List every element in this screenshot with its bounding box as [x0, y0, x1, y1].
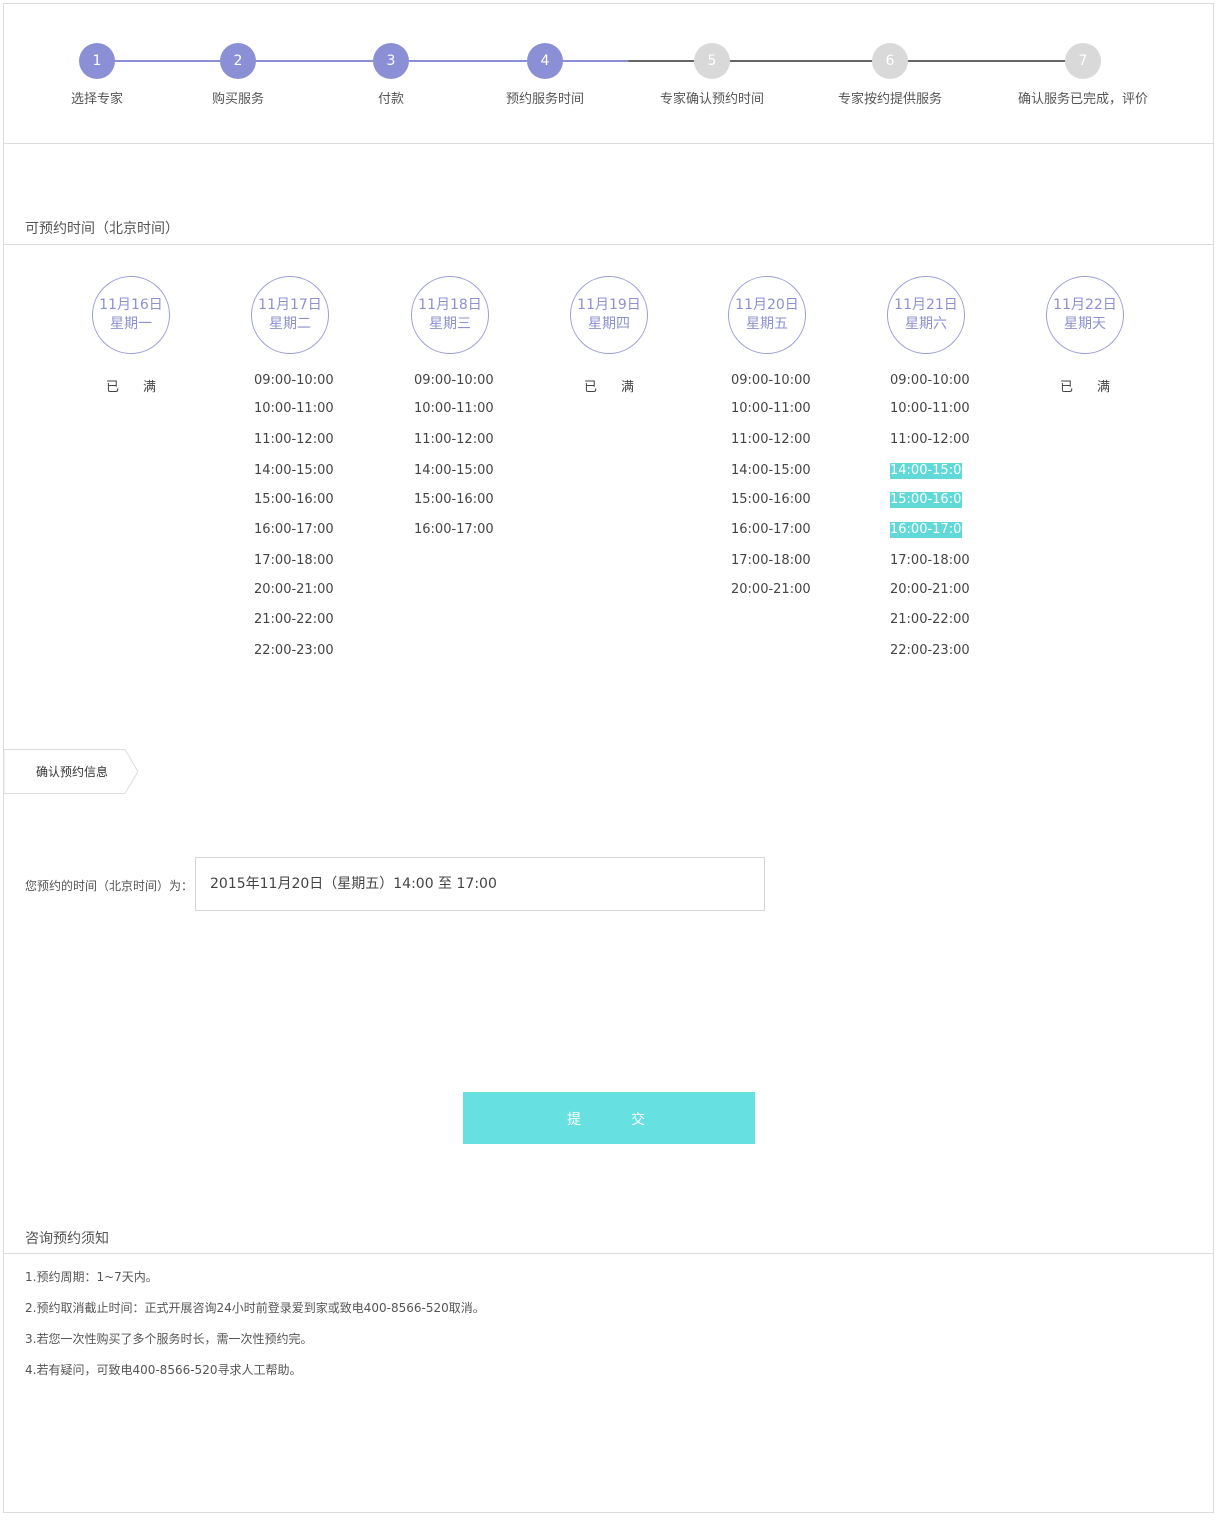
- time-slot[interactable]: 09:00-10:00: [890, 373, 970, 389]
- day-date: 11月20日: [735, 297, 799, 313]
- day-date: 11月16日: [99, 297, 163, 313]
- day-column: 11月21日 星期六 09:00-10:00 10:00-11:00 11:00-12:…: [866, 276, 986, 673]
- time-slot[interactable]: 20:00-21:00: [731, 582, 811, 598]
- progress-stepper: 1 选择专家 2 购买服务 3 付款 4 预约服务时间 5 专家确认预约时间 6 专家按约提供服务 7 确…: [0, 0, 1220, 144]
- time-slot[interactable]: 14:00-15:00: [254, 463, 334, 479]
- time-slot[interactable]: 10:00-11:00: [414, 401, 494, 417]
- confirm-section-tag: 确认预约信息: [3, 749, 139, 794]
- time-slot[interactable]: 22:00-23:00: [254, 643, 334, 659]
- time-slot[interactable]: 20:00-21:00: [890, 582, 970, 598]
- step-number: 6: [872, 43, 908, 79]
- day-date-circle[interactable]: 11月18日 星期三: [411, 276, 489, 354]
- notice-item: 1.预约周期：1~7天内。: [25, 1270, 158, 1284]
- step-number: 3: [373, 43, 409, 79]
- confirm-tag-label: 确认预约信息: [36, 765, 109, 779]
- time-slot[interactable]: 14:00-15:00: [731, 463, 811, 479]
- time-slot[interactable]: 16:00-17:00: [254, 522, 334, 538]
- availability-title: 可预约时间（北京时间）: [25, 221, 179, 237]
- day-full-label: 已满: [1059, 380, 1134, 395]
- time-slot-list: 09:00-10:00 10:00-11:00 11:00-12:00 14:00-1…: [390, 373, 510, 538]
- step-6: 6 专家按约提供服务: [790, 43, 990, 107]
- time-slot[interactable]: 14:00-15:00: [414, 463, 494, 479]
- time-slot[interactable]: 17:00-18:00: [890, 553, 970, 569]
- time-slot[interactable]: 10:00-11:00: [731, 401, 811, 417]
- day-weekday: 星期五: [746, 316, 788, 332]
- day-column: 11月22日 星期天已满: [1025, 276, 1145, 395]
- day-weekday: 星期天: [1064, 316, 1106, 332]
- step-number: 5: [694, 43, 730, 79]
- day-column: 11月20日 星期五 09:00-10:00 10:00-11:00 11:00-12:…: [707, 276, 827, 612]
- page-frame: [3, 3, 1214, 1513]
- day-column: 11月16日 星期一已满: [71, 276, 191, 395]
- day-full-label: 已满: [583, 380, 658, 395]
- notice-item: 4.若有疑问，可致电400-8566-520寻求人工帮助。: [25, 1363, 302, 1377]
- time-slot[interactable]: 10:00-11:00: [890, 401, 970, 417]
- day-full-label: 已满: [105, 380, 180, 395]
- day-column: 11月18日 星期三 09:00-10:00 10:00-11:00 11:00-12:…: [390, 276, 510, 553]
- time-slot-list: 09:00-10:00 10:00-11:00 11:00-12:00 14:00-1…: [866, 373, 986, 659]
- time-slot[interactable]: 21:00-22:00: [254, 612, 334, 628]
- time-slot[interactable]: 16:00-17:00: [414, 522, 494, 538]
- day-weekday: 星期二: [269, 316, 311, 332]
- step-5: 5 专家确认预约时间: [612, 43, 812, 107]
- appointment-time-label: 您预约的时间（北京时间）为：: [25, 879, 194, 893]
- day-column: 11月17日 星期二 09:00-10:00 10:00-11:00 11:00-12:…: [230, 276, 350, 673]
- time-slot[interactable]: 17:00-18:00: [731, 553, 811, 569]
- step-label: 确认服务已完成，评价: [1017, 92, 1148, 107]
- time-slot[interactable]: 10:00-11:00: [254, 401, 334, 417]
- time-slot[interactable]: 21:00-22:00: [890, 612, 970, 628]
- time-slot[interactable]: 11:00-12:00: [254, 432, 334, 448]
- day-column: 11月19日 星期四已满: [549, 276, 669, 395]
- time-slot[interactable]: 14:00-15:00: [890, 463, 970, 479]
- day-date: 11月19日: [577, 297, 641, 313]
- time-slot[interactable]: 09:00-10:00: [254, 373, 334, 389]
- day-date-circle[interactable]: 11月17日 星期二: [251, 276, 329, 354]
- day-date: 11月18日: [418, 297, 482, 313]
- notice-title: 咨询预约须知: [25, 1231, 109, 1247]
- day-date: 11月22日: [1053, 297, 1117, 313]
- notice-item: 2.预约取消截止时间：正式开展咨询24小时前登录爱到家或致电400-8566-5…: [25, 1301, 485, 1315]
- time-slot[interactable]: 15:00-16:00: [890, 492, 970, 508]
- step-number: 4: [527, 43, 563, 79]
- time-slot[interactable]: 16:00-17:00: [731, 522, 811, 538]
- time-slot[interactable]: 16:00-17:00: [890, 522, 970, 538]
- step-number: 1: [79, 43, 115, 79]
- time-slot[interactable]: 15:00-16:00: [731, 492, 811, 508]
- availability-divider: [4, 244, 1214, 245]
- day-date: 11月21日: [894, 297, 958, 313]
- day-weekday: 星期三: [429, 316, 471, 332]
- day-date-circle[interactable]: 11月22日 星期天: [1046, 276, 1124, 354]
- time-slot[interactable]: 20:00-21:00: [254, 582, 334, 598]
- step-number: 7: [1065, 43, 1101, 79]
- time-slot[interactable]: 22:00-23:00: [890, 643, 970, 659]
- day-date-circle[interactable]: 11月16日 星期一: [92, 276, 170, 354]
- step-label: 专家按约提供服务: [837, 92, 942, 107]
- day-date-circle[interactable]: 11月20日 星期五: [728, 276, 806, 354]
- stepper-divider: [4, 143, 1214, 144]
- step-number: 2: [220, 43, 256, 79]
- time-slot[interactable]: 11:00-12:00: [731, 432, 811, 448]
- step-label: 专家确认预约时间: [659, 92, 764, 107]
- time-slot[interactable]: 11:00-12:00: [890, 432, 970, 448]
- time-slot-list: 09:00-10:00 10:00-11:00 11:00-12:00 14:00-1…: [230, 373, 350, 659]
- appointment-time-field[interactable]: 2015年11月20日（星期五）14:00 至 17:00: [195, 857, 765, 911]
- day-weekday: 星期一: [110, 316, 152, 332]
- submit-button[interactable]: 提交: [463, 1092, 755, 1144]
- time-slot[interactable]: 11:00-12:00: [414, 432, 494, 448]
- step-7: 7 确认服务已完成，评价: [983, 43, 1183, 107]
- day-date-circle[interactable]: 11月21日 星期六: [887, 276, 965, 354]
- day-weekday: 星期四: [588, 316, 630, 332]
- time-slot-list: 09:00-10:00 10:00-11:00 11:00-12:00 14:00-1…: [707, 373, 827, 598]
- notice-item: 3.若您一次性购买了多个服务时长，需一次性预约完。: [25, 1332, 313, 1346]
- day-date: 11月17日: [258, 297, 322, 313]
- time-slot[interactable]: 09:00-10:00: [414, 373, 494, 389]
- time-slot[interactable]: 15:00-16:00: [414, 492, 494, 508]
- time-slot[interactable]: 17:00-18:00: [254, 553, 334, 569]
- day-date-circle[interactable]: 11月19日 星期四: [570, 276, 648, 354]
- notice-divider: [4, 1253, 1214, 1254]
- time-slot[interactable]: 15:00-16:00: [254, 492, 334, 508]
- day-weekday: 星期六: [905, 316, 947, 332]
- time-slot[interactable]: 09:00-10:00: [731, 373, 811, 389]
